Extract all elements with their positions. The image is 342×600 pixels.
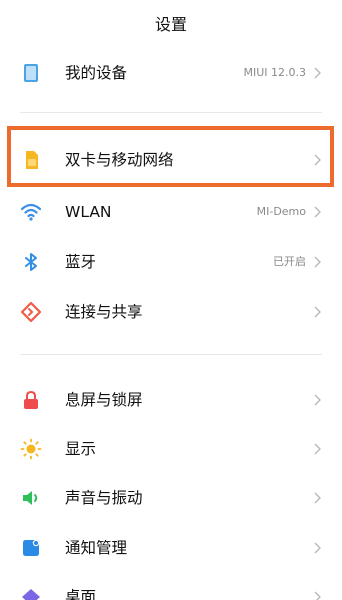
settings-item-value: 已开启: [273, 255, 306, 268]
connection-share-icon: [20, 301, 42, 323]
settings-item-notifications[interactable]: 通知管理: [0, 523, 342, 573]
desktop-icon: [22, 589, 40, 600]
settings-item-sound-vibration[interactable]: 声音与振动: [0, 473, 342, 523]
settings-item-value: MIUI 12.0.3: [243, 66, 306, 79]
settings-item-desktop[interactable]: 桌面: [0, 572, 342, 600]
chevron-right-icon: [314, 206, 321, 218]
chevron-right-icon: [314, 394, 321, 406]
notification-icon: [23, 539, 40, 556]
settings-item-label: 息屏与锁屏: [65, 391, 143, 409]
settings-item-bluetooth[interactable]: 蓝牙 已开启: [0, 237, 342, 287]
page-title: 设置: [154, 15, 187, 34]
chevron-right-icon: [314, 67, 321, 79]
settings-item-connection-sharing[interactable]: 连接与共享: [0, 287, 342, 337]
sun-icon: [20, 438, 42, 460]
chevron-right-icon: [314, 306, 321, 318]
settings-item-label: 显示: [65, 440, 97, 458]
section-divider: [20, 354, 322, 355]
settings-item-label: 声音与振动: [65, 489, 143, 507]
settings-item-wlan[interactable]: WLAN MI-Demo: [0, 187, 342, 237]
section-divider: [20, 112, 322, 113]
settings-item-lock-screen[interactable]: 息屏与锁屏: [0, 375, 342, 425]
chevron-right-icon: [314, 256, 321, 268]
settings-item-my-device[interactable]: 我的设备 MIUI 12.0.3: [0, 48, 342, 98]
device-icon: [24, 64, 38, 82]
chevron-right-icon: [314, 492, 321, 504]
wifi-icon: [20, 203, 42, 221]
settings-item-label: 我的设备: [65, 64, 128, 82]
chevron-right-icon: [314, 542, 321, 554]
settings-item-label: 蓝牙: [65, 253, 97, 271]
settings-item-value: MI-Demo: [256, 205, 306, 218]
chevron-right-icon: [314, 443, 321, 455]
settings-item-display[interactable]: 显示: [0, 424, 342, 474]
settings-item-label: 通知管理: [65, 539, 128, 557]
settings-item-label: 连接与共享: [65, 303, 143, 321]
highlight-box: [7, 126, 334, 187]
top-bar: 设置: [0, 0, 342, 44]
chevron-right-icon: [314, 591, 321, 600]
settings-item-label: 桌面: [65, 588, 97, 600]
settings-item-label: WLAN: [65, 203, 112, 221]
lock-icon: [24, 390, 38, 409]
bluetooth-icon: [25, 253, 37, 271]
speaker-icon: [23, 491, 38, 505]
